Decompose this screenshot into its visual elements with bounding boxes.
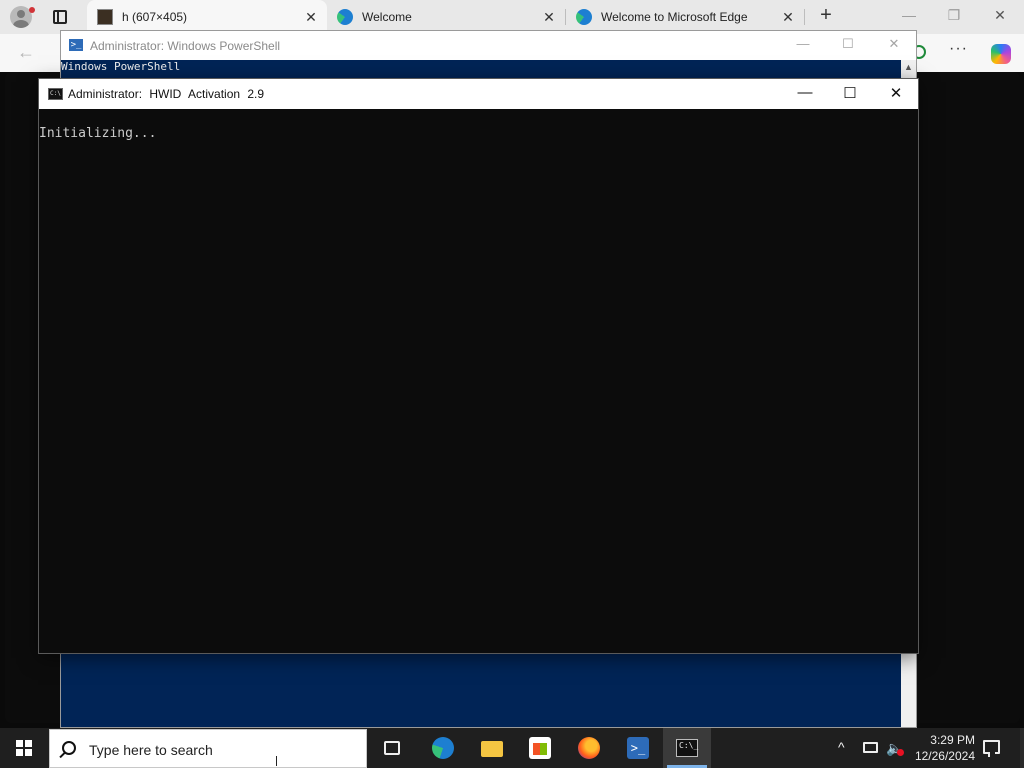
text-cursor-icon (276, 756, 277, 766)
taskbar: Type here to search >_ C:\_ ^ 🔈 3:29 PM … (0, 728, 1024, 768)
powershell-console-output[interactable]: Windows PowerShell (61, 60, 901, 79)
cmd-maximize-button[interactable]: ☐ (837, 84, 863, 104)
scroll-up-arrow-icon[interactable]: ▲ (904, 62, 913, 72)
task-view-button[interactable] (368, 728, 416, 768)
file-explorer-icon (481, 741, 503, 757)
clock-date: 12/26/2024 (914, 749, 975, 763)
start-button[interactable] (0, 728, 48, 768)
browser-minimize-button[interactable]: — (898, 7, 920, 27)
search-placeholder: Type here to search (89, 742, 213, 758)
notification-center-icon[interactable] (983, 740, 1000, 757)
cmd-icon: C:\_ (676, 739, 698, 757)
task-view-icon (384, 741, 400, 755)
powershell-minimize-button[interactable]: — (792, 36, 814, 54)
cmd-taskbar-button[interactable]: C:\_ (663, 728, 711, 768)
console-status-text: Initializing... (39, 126, 157, 141)
tab-welcome[interactable]: Welcome ✕ (327, 0, 565, 34)
tab-welcome-edge[interactable]: Welcome to Microsoft Edge ✕ (566, 0, 804, 34)
edge-favicon-icon (337, 9, 353, 25)
cmd-close-button[interactable]: ✕ (883, 84, 909, 104)
firefox-taskbar-button[interactable] (565, 728, 613, 768)
taskbar-search-box[interactable]: Type here to search (49, 729, 367, 768)
powershell-close-button[interactable]: ✕ (883, 36, 905, 54)
cmd-console[interactable]: Initializing... (39, 109, 918, 653)
powershell-maximize-button[interactable]: ☐ (837, 36, 859, 54)
system-clock[interactable]: 3:29 PM 12/26/2024 (909, 732, 975, 764)
show-desktop-button[interactable] (1020, 728, 1024, 768)
tab-title: h (607×405) (122, 10, 188, 24)
file-explorer-taskbar-button[interactable] (468, 728, 516, 768)
powershell-window-title: Administrator: Windows PowerShell (90, 39, 281, 53)
browser-tab-bar: h (607×405) ✕ Welcome ✕ Welcome to Micro… (0, 0, 1024, 34)
tab-title: Welcome to Microsoft Edge (601, 10, 748, 24)
edge-taskbar-button[interactable] (419, 728, 467, 768)
browser-restore-button[interactable]: ❐ (943, 7, 965, 27)
muted-badge-icon (897, 749, 904, 756)
cmd-window-icon: C:\ (48, 88, 63, 100)
tab-close-button[interactable]: ✕ (778, 9, 798, 26)
profile-notification-badge (29, 7, 35, 13)
tab-separator (804, 9, 805, 25)
tab-close-button[interactable]: ✕ (539, 9, 559, 26)
cmd-titlebar[interactable]: C:\ Administrator: HWID Activation 2.9 —… (39, 79, 918, 109)
firefox-icon (578, 737, 600, 759)
back-button[interactable]: ← (17, 42, 35, 63)
powershell-taskbar-button[interactable]: >_ (614, 728, 662, 768)
tab-image[interactable]: h (607×405) ✕ (87, 0, 327, 34)
network-icon[interactable] (863, 742, 878, 753)
powershell-titlebar[interactable]: >_ Administrator: Windows PowerShell — ☐… (61, 31, 916, 60)
search-icon (62, 741, 76, 755)
browser-close-button[interactable]: ✕ (989, 7, 1011, 27)
cmd-window-title: Administrator: HWID Activation 2.9 (68, 87, 265, 101)
more-options-button[interactable]: ··· (949, 40, 968, 58)
powershell-icon: >_ (69, 39, 83, 51)
store-icon (529, 737, 551, 759)
store-taskbar-button[interactable] (516, 728, 564, 768)
tab-actions-menu-icon[interactable] (53, 10, 67, 24)
clock-time: 3:29 PM (930, 733, 975, 747)
powershell-icon: >_ (627, 737, 649, 759)
cmd-minimize-button[interactable]: — (792, 84, 818, 104)
copilot-icon[interactable] (991, 44, 1011, 64)
edge-favicon-icon (576, 9, 592, 25)
edge-icon (432, 737, 454, 759)
tab-title: Welcome (362, 10, 412, 24)
new-tab-button[interactable]: + (815, 5, 837, 27)
show-hidden-icons-chevron-icon[interactable]: ^ (838, 739, 845, 755)
hwid-activation-window: C:\ Administrator: HWID Activation 2.9 —… (38, 78, 919, 654)
tab-close-button[interactable]: ✕ (301, 9, 321, 26)
windows-logo-icon (16, 740, 32, 756)
image-favicon-icon (97, 9, 113, 25)
